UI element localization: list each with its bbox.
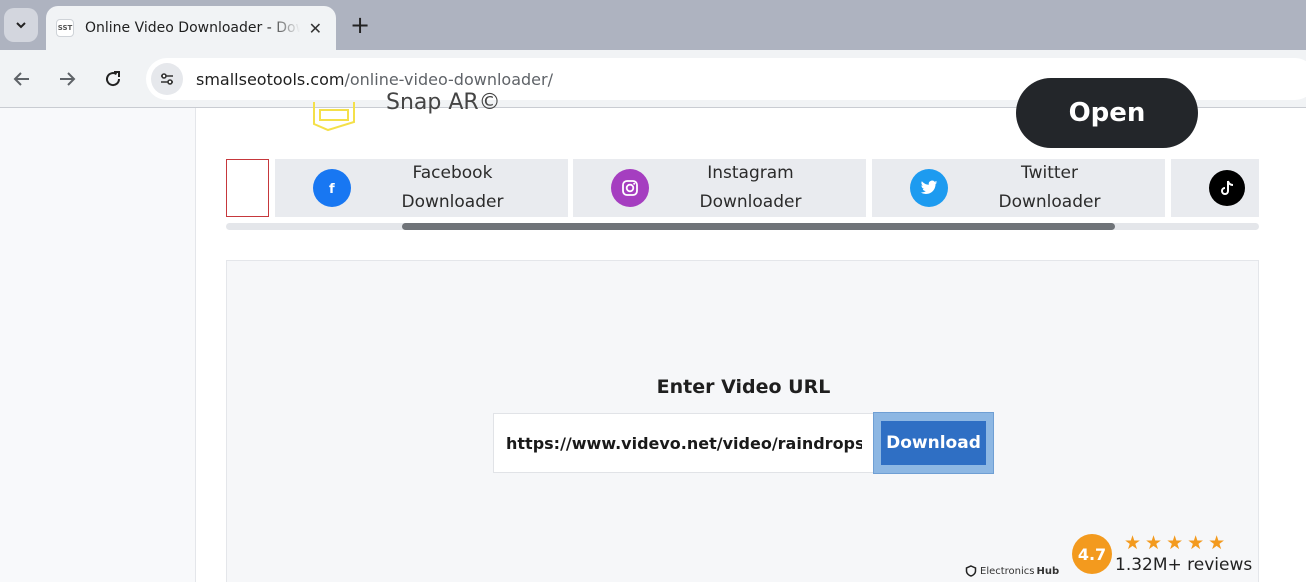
arrow-right-icon [60,72,76,86]
site-info-button[interactable] [151,63,183,95]
card-label-line2: Downloader [699,192,802,212]
rating-stars: ★★★★★ [1124,532,1230,554]
card-label-line1: Twitter [1021,163,1078,183]
carousel-scrollbar[interactable] [226,223,1259,230]
url-text: smallseotools.com/online-video-downloade… [196,70,553,89]
active-tab[interactable]: SST Online Video Downloader - Download ✕ [46,6,336,50]
reload-button[interactable] [100,66,126,92]
new-tab-button[interactable]: + [350,11,370,39]
chevron-down-icon [16,22,26,29]
tune-icon [161,73,173,85]
open-app-button[interactable]: Open [1016,78,1198,148]
brand-right: Hub [1036,565,1060,577]
downloader-card-previous[interactable] [226,159,269,217]
reviews-count: 1.32M+ reviews [1115,555,1253,575]
card-label-line2: Downloader [998,192,1101,212]
tab-title: Online Video Downloader - Download [85,20,300,36]
card-label-line1: Facebook [412,163,493,183]
twitter-icon [910,169,948,207]
site-favicon: SST [56,19,74,37]
downloader-panel: Enter Video URL Download ElectronicsHub [226,260,1259,582]
close-tab-icon[interactable]: ✕ [309,19,322,38]
tiktok-downloader-card[interactable] [1171,159,1259,217]
reload-icon [106,71,121,87]
facebook-icon: f [313,169,351,207]
electronics-hub-logo: Electronics Hub [965,565,1059,577]
instagram-downloader-card[interactable]: Instagram Downloader [573,159,866,217]
downloader-carousel: f Facebook Downloader Instagram Download… [226,159,1259,218]
download-button-focus-ring: Download [873,412,994,474]
back-button[interactable] [9,66,35,92]
snap-ar-icon [313,102,355,132]
arrow-left-icon [13,72,29,86]
instagram-icon [611,169,649,207]
rating-score-badge: 4.7 [1072,534,1112,574]
video-url-input[interactable] [493,413,875,473]
card-label: Facebook Downloader [351,159,568,217]
card-label-line2: Downloader [401,192,504,212]
carousel-scrollbar-thumb[interactable] [402,223,1115,230]
card-label: Twitter Downloader [948,159,1165,217]
brand-left: Electronics [980,565,1035,577]
snap-ar-text: Snap AR© [386,90,501,115]
download-button[interactable]: Download [881,421,986,465]
svg-text:f: f [329,182,335,195]
twitter-downloader-card[interactable]: Twitter Downloader [872,159,1165,217]
enter-url-heading: Enter Video URL [656,376,831,398]
left-gutter [0,108,196,582]
card-label-line1: Instagram [707,163,794,183]
tiktok-icon [1209,170,1245,206]
url-host: smallseotools.com [196,69,345,89]
card-label: Instagram Downloader [649,159,866,217]
page-content: Snap AR© Open f Facebook Downloader Inst… [196,78,1306,582]
tab-strip: SST Online Video Downloader - Download ✕… [0,0,1306,50]
forward-button[interactable] [54,66,80,92]
url-path: /online-video-downloader/ [344,69,553,89]
shield-icon [965,565,977,577]
tab-search-button[interactable] [4,8,38,42]
facebook-downloader-card[interactable]: f Facebook Downloader [275,159,568,217]
